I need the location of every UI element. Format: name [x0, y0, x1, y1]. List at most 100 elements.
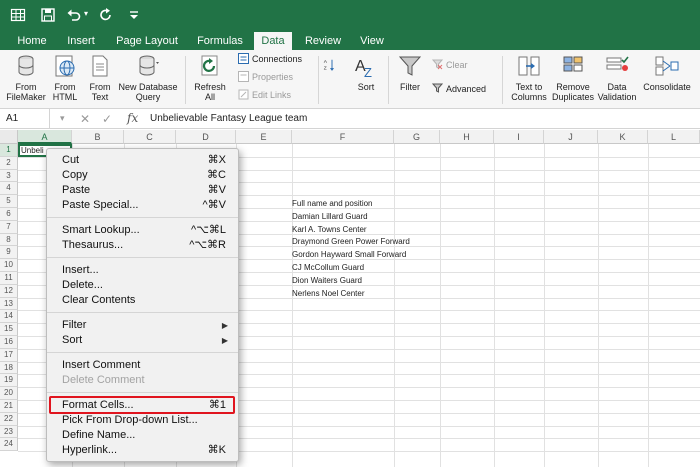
menu-item-smart-lookup[interactable]: Smart Lookup... ^⌥⌘L — [47, 223, 238, 238]
tab-data[interactable]: Data — [254, 32, 292, 50]
edit-links-button[interactable]: Edit Links — [238, 88, 291, 102]
row-header-11[interactable]: 11 — [0, 272, 18, 285]
tab-formulas[interactable]: Formulas — [190, 32, 250, 50]
tab-home[interactable]: Home — [10, 32, 54, 50]
cell-f12[interactable]: Nerlens Noel Center — [292, 289, 364, 298]
tab-review[interactable]: Review — [298, 32, 348, 50]
menu-item-hyperlink[interactable]: Hyperlink... ⌘K — [47, 443, 238, 458]
menu-item-insert-comment[interactable]: Insert Comment — [47, 358, 238, 373]
connections-button[interactable]: Connections — [238, 52, 302, 66]
submenu-arrow-icon: ▶ — [221, 336, 228, 345]
row-header-17[interactable]: 17 — [0, 348, 18, 362]
row-header-22[interactable]: 22 — [0, 412, 18, 426]
from-filemaker-button[interactable]: From FileMaker — [2, 53, 50, 102]
row-header-10[interactable]: 10 — [0, 259, 18, 272]
menu-item-pick-from-list[interactable]: Pick From Drop-down List... — [47, 413, 238, 428]
row-header-14[interactable]: 14 — [0, 310, 18, 324]
row-header-18[interactable]: 18 — [0, 361, 18, 375]
select-all-corner[interactable] — [0, 130, 18, 144]
name-box[interactable]: A1 — [0, 109, 50, 129]
tab-view[interactable]: View — [352, 32, 392, 50]
column-header-d[interactable]: D — [176, 130, 236, 144]
row-header-3[interactable]: 3 — [0, 169, 18, 183]
undo-icon[interactable] — [66, 7, 82, 23]
column-header-j[interactable]: J — [544, 130, 598, 144]
row-header-16[interactable]: 16 — [0, 336, 18, 349]
menu-item-define-name[interactable]: Define Name... — [47, 428, 238, 443]
advanced-button[interactable]: Advanced — [432, 82, 486, 96]
column-header-c[interactable]: C — [124, 130, 176, 144]
from-html-button[interactable]: From HTML — [48, 53, 82, 102]
row-header-9[interactable]: 9 — [0, 246, 18, 260]
data-validation-button[interactable]: Data Validation — [596, 53, 638, 102]
menu-item-filter[interactable]: Filter ▶ — [47, 318, 238, 333]
tab-insert[interactable]: Insert — [58, 32, 104, 50]
row-header-8[interactable]: 8 — [0, 233, 18, 247]
properties-button[interactable]: Properties — [238, 70, 293, 84]
column-header-k[interactable]: K — [598, 130, 648, 144]
menu-item-insert[interactable]: Insert... — [47, 263, 238, 278]
undo-dropdown-icon[interactable]: ▾ — [84, 9, 92, 25]
tab-page-layout[interactable]: Page Layout — [108, 32, 186, 50]
grid-icon[interactable] — [10, 7, 26, 23]
menu-item-cut[interactable]: Cut ⌘X — [47, 153, 238, 168]
column-header-g[interactable]: G — [394, 130, 440, 144]
column-header-a[interactable]: A — [18, 130, 72, 144]
refresh-all-button[interactable]: Refresh All — [190, 53, 230, 102]
row-header-24[interactable]: 24 — [0, 438, 18, 452]
sort-az-button[interactable]: AZ — [322, 53, 342, 82]
consolidate-button[interactable]: Consolidate — [640, 53, 694, 92]
row-header-19[interactable]: 19 — [0, 374, 18, 388]
row-header-15[interactable]: 15 — [0, 323, 18, 336]
column-header-h[interactable]: H — [440, 130, 494, 144]
row-header-20[interactable]: 20 — [0, 387, 18, 400]
name-box-dropdown-icon[interactable]: ▾ — [60, 113, 65, 124]
column-header-b[interactable]: B — [72, 130, 124, 144]
row-header-23[interactable]: 23 — [0, 425, 18, 439]
menu-item-paste-special[interactable]: Paste Special... ^⌘V — [47, 198, 238, 213]
cell-f5[interactable]: Full name and position — [292, 199, 373, 208]
text-to-columns-button[interactable]: Text to Columns — [508, 53, 550, 102]
cancel-icon[interactable]: ✕ — [80, 112, 90, 126]
cell-f10[interactable]: CJ McCollum Guard — [292, 263, 364, 272]
new-database-query-button[interactable]: New Database Query — [116, 53, 180, 102]
row-header-2[interactable]: 2 — [0, 156, 18, 170]
cell-f8[interactable]: Draymond Green Power Forward — [292, 237, 410, 246]
enter-icon[interactable]: ✓ — [102, 112, 112, 126]
sort-button[interactable]: AZ Sort — [350, 53, 382, 92]
row-header-7[interactable]: 7 — [0, 220, 18, 234]
filter-button[interactable]: Filter — [394, 53, 426, 92]
text-to-columns-icon — [518, 56, 540, 76]
menu-item-label: Pick From Drop-down List... — [62, 414, 198, 426]
menu-item-paste[interactable]: Paste ⌘V — [47, 183, 238, 198]
menu-item-sort[interactable]: Sort ▶ — [47, 333, 238, 348]
svg-text:Z: Z — [364, 65, 372, 79]
row-header-12[interactable]: 12 — [0, 284, 18, 298]
row-header-6[interactable]: 6 — [0, 208, 18, 221]
column-header-l[interactable]: L — [648, 130, 700, 144]
from-text-button[interactable]: From Text — [84, 53, 116, 102]
save-icon[interactable] — [40, 7, 56, 23]
cell-f11[interactable]: Dion Waiters Guard — [292, 276, 362, 285]
menu-item-clear-contents[interactable]: Clear Contents — [47, 293, 238, 308]
menu-item-delete[interactable]: Delete... — [47, 278, 238, 293]
remove-duplicates-button[interactable]: Remove Duplicates — [550, 53, 596, 102]
cell-f6[interactable]: Damian Lillard Guard — [292, 212, 368, 221]
row-header-21[interactable]: 21 — [0, 400, 18, 413]
clear-button[interactable]: Clear — [432, 58, 468, 72]
customize-icon[interactable] — [126, 7, 142, 23]
menu-item-thesaurus[interactable]: Thesaurus... ^⌥⌘R — [47, 238, 238, 253]
row-header-5[interactable]: 5 — [0, 195, 18, 208]
column-header-f[interactable]: F — [292, 130, 394, 144]
menu-item-copy[interactable]: Copy ⌘C — [47, 168, 238, 183]
column-header-e[interactable]: E — [236, 130, 292, 144]
row-header-4[interactable]: 4 — [0, 182, 18, 196]
insert-function-button[interactable]: fx — [127, 111, 138, 125]
formula-input[interactable]: Unbelievable Fantasy League team — [150, 113, 307, 124]
row-header-13[interactable]: 13 — [0, 297, 18, 311]
cell-f7[interactable]: Karl A. Towns Center — [292, 225, 367, 234]
column-header-i[interactable]: I — [494, 130, 544, 144]
row-header-1[interactable]: 1 — [0, 144, 18, 157]
redo-icon[interactable] — [98, 7, 114, 23]
cell-f9[interactable]: Gordon Hayward Small Forward — [292, 250, 406, 259]
